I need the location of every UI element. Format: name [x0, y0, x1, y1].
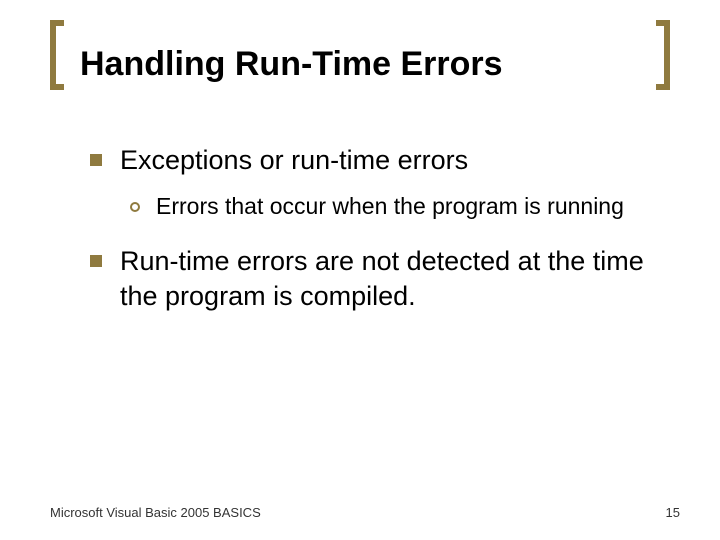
title-wrap: Handling Run-Time Errors	[50, 40, 670, 93]
square-bullet-icon	[90, 154, 102, 166]
bullet-text: Run-time errors are not detected at the …	[120, 244, 650, 314]
slide: Handling Run-Time Errors Exceptions or r…	[0, 0, 720, 540]
bracket-right-icon	[656, 20, 670, 90]
list-item: Run-time errors are not detected at the …	[90, 244, 650, 314]
slide-title: Handling Run-Time Errors	[80, 40, 640, 93]
footer: Microsoft Visual Basic 2005 BASICS 15	[50, 505, 680, 520]
bullet-text: Exceptions or run-time errors	[120, 143, 468, 178]
sub-bullet-text: Errors that occur when the program is ru…	[156, 192, 624, 222]
slide-number: 15	[666, 505, 680, 520]
bracket-left-icon	[50, 20, 64, 90]
circle-bullet-icon	[130, 202, 140, 212]
square-bullet-icon	[90, 255, 102, 267]
footer-left: Microsoft Visual Basic 2005 BASICS	[50, 505, 261, 520]
sub-list-item: Errors that occur when the program is ru…	[130, 192, 650, 222]
content-area: Exceptions or run-time errors Errors tha…	[50, 133, 670, 314]
list-item: Exceptions or run-time errors Errors tha…	[90, 143, 650, 222]
